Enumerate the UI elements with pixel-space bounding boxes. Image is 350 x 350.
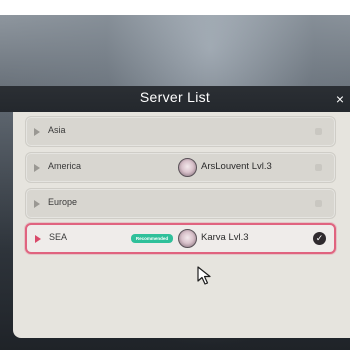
play-arrow-icon <box>34 164 40 172</box>
server-name: America <box>48 161 82 171</box>
character-avatar-icon <box>178 158 197 177</box>
server-row-america[interactable]: America ArsLouvent Lvl.3 <box>25 152 336 183</box>
recommended-badge: Recommended <box>131 234 173 243</box>
character-avatar-icon <box>178 229 197 248</box>
server-name: Asia <box>48 125 66 135</box>
close-icon[interactable]: × <box>332 90 348 108</box>
dialog-title: Server List <box>139 89 211 105</box>
checkmark-icon: ✓ <box>313 232 326 245</box>
play-arrow-icon <box>34 128 40 136</box>
server-row-sea[interactable]: SEA Recommended Karva Lvl.3 ✓ <box>25 223 336 254</box>
top-bar <box>0 0 350 15</box>
server-name: Europe <box>48 197 78 207</box>
play-arrow-icon <box>35 235 41 243</box>
mouse-cursor-icon <box>197 266 211 285</box>
play-arrow-icon <box>34 200 40 208</box>
server-name: SEA <box>49 232 68 242</box>
server-row-europe[interactable]: Europe <box>25 188 336 219</box>
server-radio[interactable] <box>315 128 322 135</box>
server-radio[interactable] <box>315 164 322 171</box>
player-name: Karva Lvl.3 <box>201 232 249 243</box>
server-row-asia[interactable]: Asia <box>25 116 336 147</box>
server-radio[interactable] <box>315 200 322 207</box>
player-name: ArsLouvent Lvl.3 <box>201 161 272 172</box>
